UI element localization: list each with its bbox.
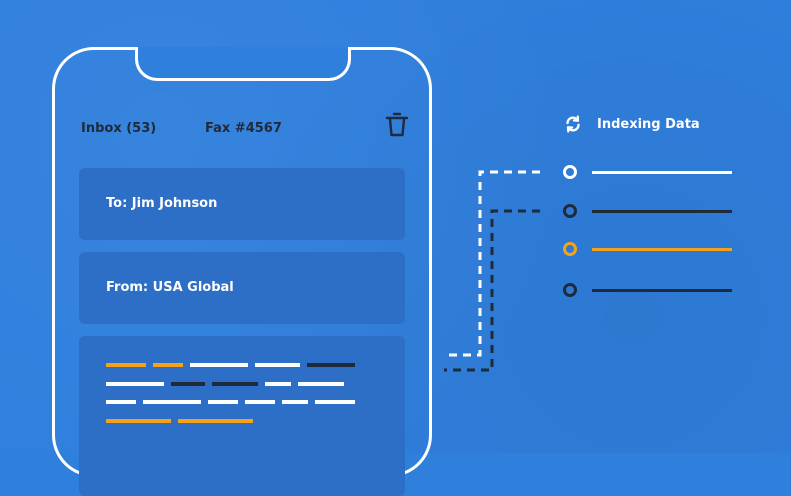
- index-row: [563, 242, 733, 258]
- refresh-icon[interactable]: [564, 115, 582, 133]
- index-ring: [563, 165, 577, 179]
- index-ring: [563, 242, 577, 256]
- indexing-data-label: Indexing Data: [597, 117, 700, 132]
- index-ring: [563, 283, 577, 297]
- index-line: [592, 210, 732, 213]
- index-line: [592, 289, 732, 292]
- index-row: [563, 165, 733, 181]
- index-line: [592, 171, 732, 174]
- connector-lines: [444, 170, 540, 372]
- index-line: [592, 248, 732, 251]
- index-ring: [563, 204, 577, 218]
- index-row: [563, 204, 733, 220]
- index-row: [563, 283, 733, 299]
